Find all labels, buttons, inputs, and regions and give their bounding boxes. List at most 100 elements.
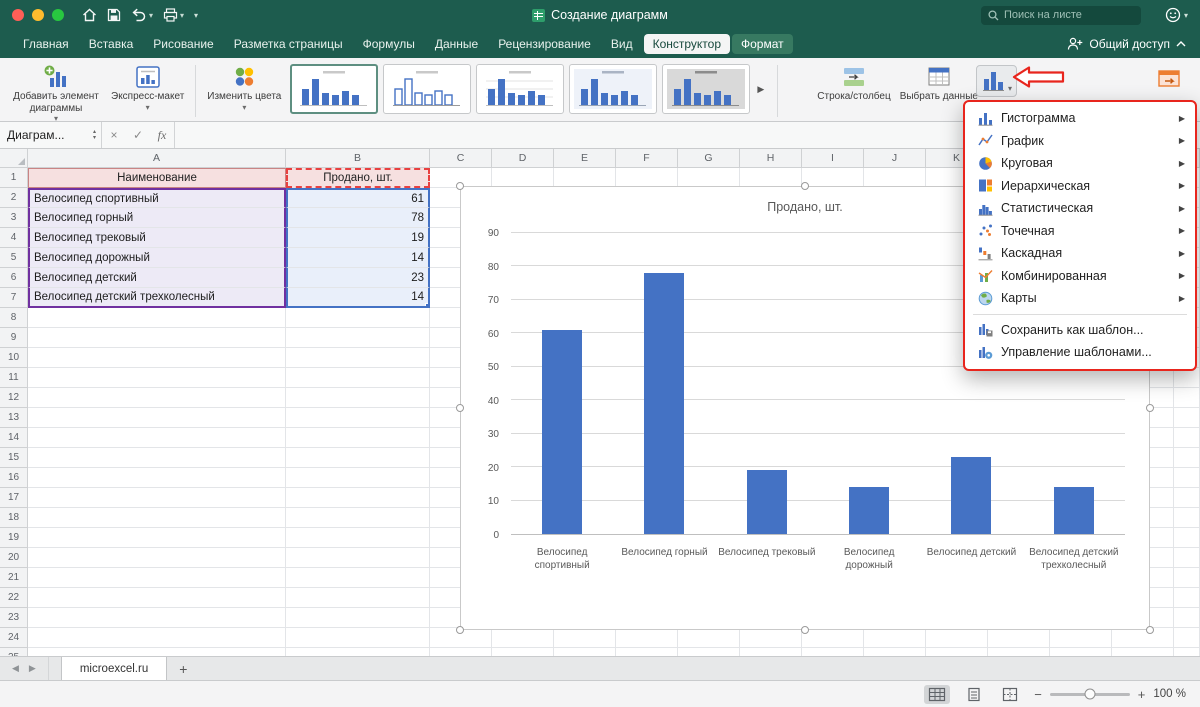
- grid-cell[interactable]: [740, 168, 802, 188]
- chart-bar[interactable]: [542, 330, 582, 534]
- row-header[interactable]: 24: [0, 628, 28, 648]
- row-header[interactable]: 15: [0, 448, 28, 468]
- row-header[interactable]: 17: [0, 488, 28, 508]
- column-header[interactable]: B: [286, 149, 430, 168]
- menu-item-statistical[interactable]: Статистическая ▶: [965, 197, 1195, 220]
- grid-cell[interactable]: [1174, 608, 1200, 628]
- next-sheet-icon[interactable]: ▶: [29, 663, 36, 674]
- grid-cell[interactable]: [1174, 388, 1200, 408]
- column-header[interactable]: H: [740, 149, 802, 168]
- grid-cell[interactable]: [28, 628, 286, 648]
- select-data-button[interactable]: Выбрать данные: [900, 63, 978, 103]
- tab-review[interactable]: Рецензирование: [489, 34, 600, 54]
- share-button[interactable]: Общий доступ: [1067, 37, 1186, 51]
- chart-bar[interactable]: [1054, 487, 1094, 534]
- grid-cell[interactable]: [1174, 408, 1200, 428]
- grid-cell[interactable]: [286, 388, 430, 408]
- grid-cell[interactable]: [28, 548, 286, 568]
- grid-cell[interactable]: [554, 628, 616, 648]
- grid-cell[interactable]: [492, 648, 554, 656]
- confirm-entry-button[interactable]: ✓: [126, 122, 150, 148]
- print-caret-icon[interactable]: ▾: [180, 11, 184, 20]
- grid-cell[interactable]: [286, 348, 430, 368]
- zoom-slider[interactable]: [1050, 693, 1130, 696]
- grid-cell[interactable]: Продано, шт.: [286, 168, 430, 188]
- grid-cell[interactable]: [286, 528, 430, 548]
- name-box[interactable]: Диаграм...: [0, 122, 88, 148]
- grid-cell[interactable]: [430, 648, 492, 656]
- menu-item-hierarchy[interactable]: Иерархическая ▶: [965, 175, 1195, 198]
- column-header[interactable]: E: [554, 149, 616, 168]
- row-header[interactable]: 3: [0, 208, 28, 228]
- column-header[interactable]: C: [430, 149, 492, 168]
- grid-cell[interactable]: [28, 328, 286, 348]
- grid-cell[interactable]: [286, 568, 430, 588]
- chart-selection-handle[interactable]: [456, 182, 464, 190]
- name-box-stepper[interactable]: ▴▾: [88, 122, 102, 148]
- row-header[interactable]: 13: [0, 408, 28, 428]
- row-header[interactable]: 11: [0, 368, 28, 388]
- grid-cell[interactable]: [286, 308, 430, 328]
- grid-cell[interactable]: 78: [286, 208, 430, 228]
- grid-cell[interactable]: Велосипед детский: [28, 268, 286, 288]
- grid-cell[interactable]: [286, 328, 430, 348]
- chart-selection-handle[interactable]: [801, 182, 809, 190]
- grid-cell[interactable]: [926, 648, 988, 656]
- grid-cell[interactable]: [286, 508, 430, 528]
- row-header[interactable]: 1: [0, 168, 28, 188]
- grid-cell[interactable]: [28, 468, 286, 488]
- grid-cell[interactable]: [286, 488, 430, 508]
- row-header[interactable]: 22: [0, 588, 28, 608]
- menu-item-scatter[interactable]: Точечная ▶: [965, 220, 1195, 243]
- grid-cell[interactable]: [864, 648, 926, 656]
- grid-cell[interactable]: [1174, 528, 1200, 548]
- grid-cell[interactable]: 19: [286, 228, 430, 248]
- insert-function-button[interactable]: fx: [150, 122, 174, 148]
- grid-cell[interactable]: Велосипед детский трехколесный: [28, 288, 286, 308]
- zoom-window-button[interactable]: [52, 9, 64, 21]
- grid-cell[interactable]: [678, 168, 740, 188]
- grid-cell[interactable]: 23: [286, 268, 430, 288]
- row-header[interactable]: 25: [0, 648, 28, 656]
- column-header[interactable]: I: [802, 149, 864, 168]
- grid-cell[interactable]: [1112, 648, 1174, 656]
- grid-cell[interactable]: [1174, 488, 1200, 508]
- fill-handle[interactable]: [425, 303, 430, 308]
- gallery-scroll-right-icon[interactable]: ▶: [755, 84, 766, 95]
- grid-cell[interactable]: [28, 568, 286, 588]
- row-header[interactable]: 2: [0, 188, 28, 208]
- toolbar-more-caret-icon[interactable]: ▾: [194, 11, 198, 20]
- grid-cell[interactable]: [286, 628, 430, 648]
- grid-cell[interactable]: [28, 308, 286, 328]
- grid-cell[interactable]: [678, 628, 740, 648]
- grid-cell[interactable]: [1174, 428, 1200, 448]
- row-header[interactable]: 14: [0, 428, 28, 448]
- change-colors-button[interactable]: Изменить цвета ▾: [207, 63, 281, 112]
- row-header[interactable]: 23: [0, 608, 28, 628]
- grid-cell[interactable]: [988, 628, 1050, 648]
- grid-cell[interactable]: [802, 648, 864, 656]
- add-sheet-button[interactable]: +: [167, 657, 199, 680]
- row-header[interactable]: 6: [0, 268, 28, 288]
- grid-cell[interactable]: [864, 168, 926, 188]
- grid-cell[interactable]: [988, 648, 1050, 656]
- row-header[interactable]: 12: [0, 388, 28, 408]
- grid-cell[interactable]: [286, 448, 430, 468]
- chart-bar[interactable]: [747, 470, 787, 534]
- grid-cell[interactable]: [1050, 648, 1112, 656]
- column-header[interactable]: G: [678, 149, 740, 168]
- grid-cell[interactable]: [1174, 648, 1200, 656]
- feedback-smiley-icon[interactable]: ▾: [1165, 7, 1188, 23]
- grid-cell[interactable]: [1174, 628, 1200, 648]
- grid-cell[interactable]: [492, 168, 554, 188]
- grid-cell[interactable]: 14: [286, 288, 430, 308]
- grid-cell[interactable]: Велосипед спортивный: [28, 188, 286, 208]
- grid-cell[interactable]: Велосипед дорожный: [28, 248, 286, 268]
- grid-cell[interactable]: [926, 628, 988, 648]
- menu-item-maps[interactable]: Карты ▶: [965, 287, 1195, 310]
- grid-cell[interactable]: Велосипед горный: [28, 208, 286, 228]
- grid-cell[interactable]: [28, 588, 286, 608]
- close-window-button[interactable]: [12, 9, 24, 21]
- zoom-slider-thumb[interactable]: [1084, 689, 1095, 700]
- undo-caret-icon[interactable]: ▾: [149, 11, 153, 20]
